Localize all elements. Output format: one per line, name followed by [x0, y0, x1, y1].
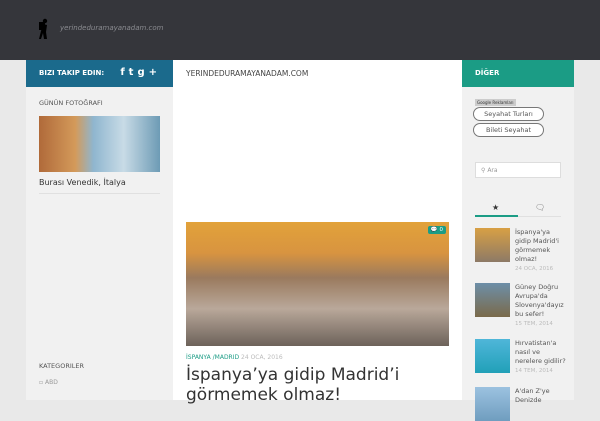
facebook-icon[interactable]: f	[120, 67, 128, 78]
popular-tab-star-icon[interactable]: ★	[492, 203, 499, 212]
ad-label: Google Reklamları	[475, 99, 516, 106]
comments-tab-icon[interactable]: 🗨	[535, 203, 545, 212]
other-tab[interactable]: DİĞER	[462, 60, 574, 87]
search-input[interactable]: ⚲ Ara	[475, 162, 561, 178]
venice-photo[interactable]	[39, 116, 160, 172]
google-plus-icon[interactable]: g+	[137, 67, 161, 78]
post-date: 24 OCA, 2016	[241, 354, 283, 361]
backpacker-logo-icon[interactable]	[38, 18, 50, 40]
site-header: yerindeduramayanadam.com	[0, 0, 600, 60]
photo-of-day-heading: GÜNÜN FOTOĞRAFI	[39, 99, 103, 107]
left-sidebar: GÜNÜN FOTOĞRAFI Burası Venedik, İtalya K…	[26, 87, 173, 400]
site-title-link[interactable]: YERINDEDURAMAYANADAM.COM	[173, 60, 462, 87]
post-meta: İSPANYA /MADRID 24 OCA, 2016	[186, 354, 283, 361]
post-title[interactable]: İspanya’ya gidip Madrid’i görmemek olmaz…	[186, 365, 456, 405]
madrid-featured-image[interactable]: 💬 0	[186, 222, 449, 346]
category-link[interactable]: İSPANYA	[186, 354, 211, 361]
main-content: 💬 0 İSPANYA /MADRID 24 OCA, 2016 İspanya…	[173, 87, 462, 405]
category-link[interactable]: ▫ ABD	[39, 379, 58, 386]
photo-caption: Burası Venedik, İtalya	[39, 178, 126, 187]
ad-link[interactable]: Seyahat Turları	[473, 107, 544, 121]
active-tab-indicator	[475, 215, 518, 217]
category-link[interactable]: MADRID	[215, 354, 239, 361]
follow-bar: BIZI TAKIP EDIN: ftg+	[26, 60, 173, 87]
comment-count-badge[interactable]: 💬 0	[427, 226, 446, 234]
site-name[interactable]: yerindeduramayanadam.com	[60, 24, 164, 32]
ad-link[interactable]: Bileti Seyahat	[473, 123, 544, 137]
right-sidebar: Google Reklamları Seyahat Turları Bileti…	[462, 87, 574, 421]
categories-heading: KATEGORILER	[39, 362, 84, 370]
follow-label: BIZI TAKIP EDIN:	[39, 69, 105, 77]
